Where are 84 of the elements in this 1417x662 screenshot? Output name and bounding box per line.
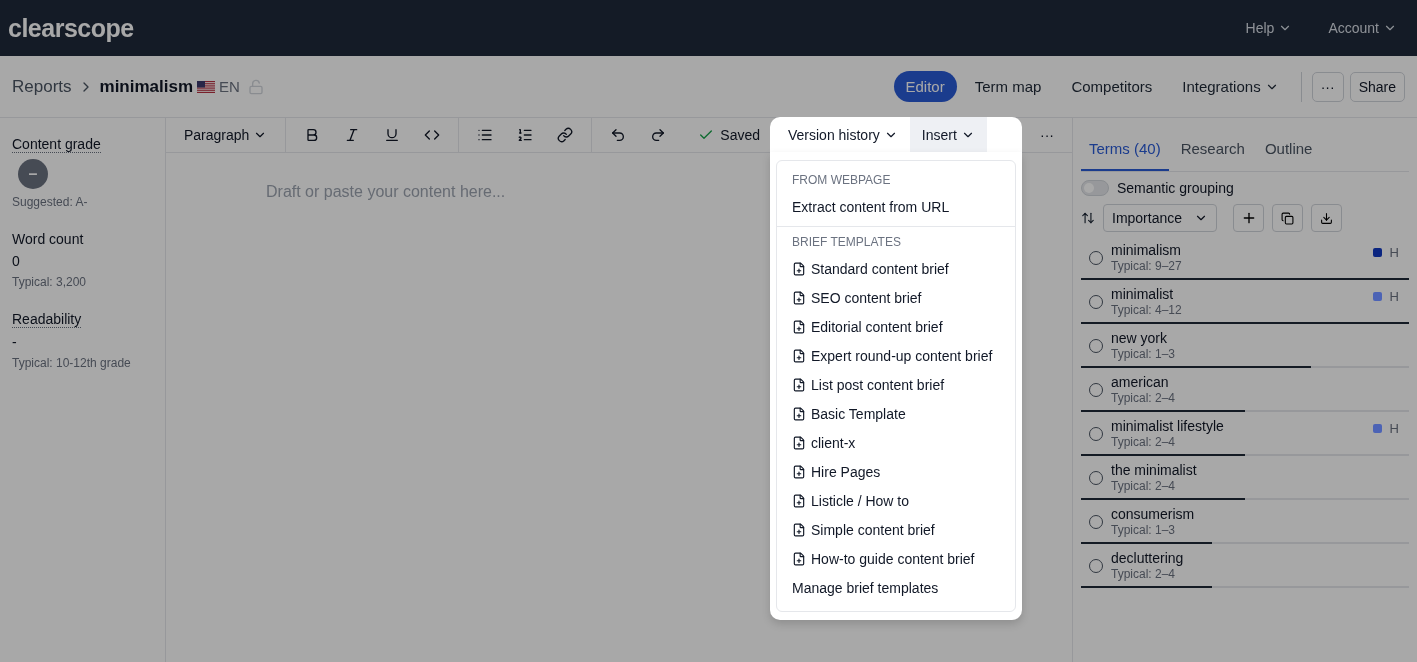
menu-item[interactable]: How-to guide content brief [792, 545, 1000, 574]
menu-item[interactable]: Standard content brief [792, 255, 1000, 284]
copy-icon [1281, 211, 1294, 225]
copy-button[interactable] [1272, 204, 1303, 232]
file-plus-icon [792, 436, 806, 450]
breadcrumb-link[interactable]: Reports [12, 76, 72, 97]
panel-tab[interactable]: Outline [1256, 128, 1321, 171]
file-plus-icon [792, 407, 806, 421]
file-plus-icon [792, 494, 806, 508]
menu-item[interactable]: Extract content from URL [792, 193, 1000, 222]
version-history-button[interactable]: Version history [776, 117, 910, 152]
menu-item[interactable]: client-x [792, 429, 1000, 458]
download-icon [1320, 211, 1333, 225]
term-name: minimalist lifestyle [1111, 418, 1225, 434]
term-name: minimalism [1111, 242, 1182, 258]
file-plus-icon [792, 465, 806, 479]
menu-heading: BRIEF TEMPLATES [792, 234, 902, 251]
metric-title: Content grade [12, 136, 101, 153]
metric-value: - [12, 334, 18, 350]
download-button[interactable] [1311, 204, 1342, 232]
term-typical: Typical: 4–12 [1111, 303, 1183, 317]
metric-value: 0 [12, 253, 21, 269]
menu-item[interactable]: Manage brief templates [792, 574, 1000, 603]
metric-title: Word count [12, 231, 84, 247]
header-menu[interactable]: Help [1245, 20, 1293, 36]
more-button[interactable]: ··· [1311, 71, 1344, 102]
menu-item[interactable]: Basic Template [792, 400, 1000, 429]
menu-heading: FROM WEBPAGE [792, 172, 892, 189]
header-menu[interactable]: Account [1328, 20, 1397, 36]
panel-tab[interactable]: Research [1172, 128, 1253, 171]
file-plus-icon [792, 552, 806, 566]
menu-item[interactable]: Listicle / How to [792, 487, 1000, 516]
add-button[interactable] [1233, 204, 1264, 232]
term-typical: Typical: 9–27 [1111, 259, 1183, 273]
heading-tag: H [1389, 289, 1399, 304]
term-typical: Typical: 1–3 [1111, 347, 1177, 361]
term-typical: Typical: 2–4 [1111, 479, 1177, 493]
paragraph-dropdown[interactable]: Paragraph [174, 123, 278, 147]
us-flag-icon [197, 80, 216, 93]
term-name: new york [1111, 330, 1169, 346]
grade-badge: – [18, 159, 48, 189]
nav-tab[interactable]: Term map [962, 71, 1054, 102]
insert-button[interactable]: Insert [909, 117, 987, 152]
logo[interactable]: clearscope [8, 13, 134, 43]
metric-note: Suggested: A- [12, 195, 89, 209]
heading-tag: H [1389, 245, 1399, 260]
term-name: american [1111, 374, 1170, 390]
term-name: minimalist [1111, 286, 1175, 302]
file-plus-icon [792, 320, 806, 334]
term-name: consumerism [1111, 506, 1196, 522]
menu-item[interactable]: Simple content brief [792, 516, 1000, 545]
term-typical: Typical: 2–4 [1111, 435, 1177, 449]
nav-tab[interactable]: Editor [893, 71, 957, 102]
file-plus-icon [792, 523, 806, 537]
toggle-switch[interactable] [1081, 180, 1109, 196]
term-typical: Typical: 1–3 [1111, 523, 1177, 537]
menu-item[interactable]: Expert round-up content brief [792, 342, 1000, 371]
report-title: minimalism [99, 76, 194, 97]
toggle-label: Semantic grouping [1117, 180, 1234, 196]
menu-item[interactable]: SEO content brief [792, 284, 1000, 313]
sort-dropdown[interactable]: Importance [1103, 204, 1217, 232]
heading-tag: H [1389, 421, 1399, 436]
file-plus-icon [792, 262, 806, 276]
metric-title: Readability [12, 311, 82, 328]
metric-note: Typical: 10-12th grade [12, 356, 132, 370]
nav-tab[interactable]: Integrations [1170, 71, 1291, 102]
file-plus-icon [792, 378, 806, 392]
saved-status: Saved [720, 127, 760, 143]
file-plus-icon [792, 291, 806, 305]
menu-item[interactable]: List post content brief [792, 371, 1000, 400]
metric-note: Typical: 3,200 [12, 275, 88, 289]
term-typical: Typical: 2–4 [1111, 391, 1177, 405]
menu-item[interactable]: Editorial content brief [792, 313, 1000, 342]
sort-icon[interactable] [1081, 211, 1095, 225]
nav-tab[interactable]: Competitors [1059, 71, 1165, 102]
language-label: EN [219, 78, 240, 95]
term-typical: Typical: 2–4 [1111, 567, 1177, 581]
share-button[interactable]: Share [1349, 71, 1405, 102]
term-name: the minimalist [1111, 462, 1198, 478]
menu-item[interactable]: Hire Pages [792, 458, 1000, 487]
more-button[interactable]: ··· [1022, 123, 1072, 147]
file-plus-icon [792, 349, 806, 363]
panel-tab[interactable]: Terms (40) [1081, 128, 1169, 171]
term-name: decluttering [1111, 550, 1185, 566]
